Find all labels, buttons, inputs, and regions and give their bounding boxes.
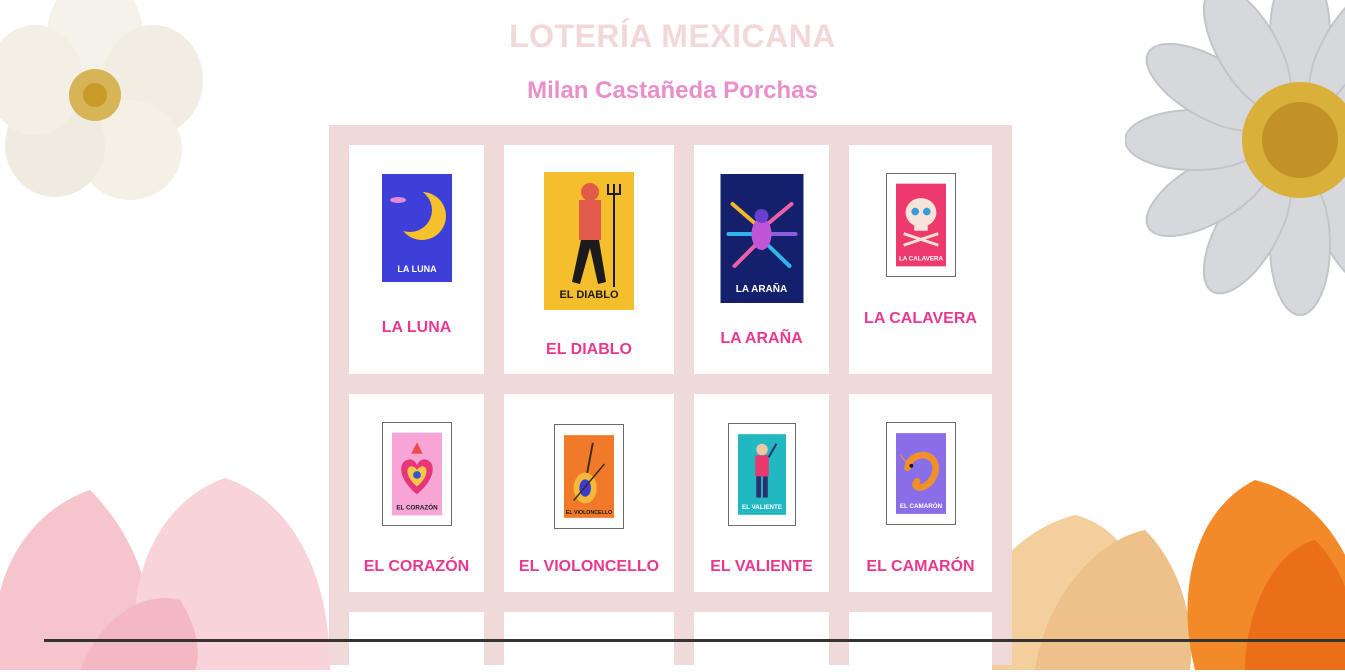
card-label: EL VIOLONCELLO bbox=[518, 558, 660, 575]
card-el-diablo[interactable]: EL DIABLO EL DIABLO bbox=[504, 145, 674, 374]
card-el-violoncello[interactable]: EL VIOLONCELLO EL VIOLONCELLO bbox=[504, 394, 674, 592]
devil-card-caption: EL DIABLO bbox=[559, 289, 619, 301]
card-la-arana[interactable]: LA ARAÑA LA ARAÑA bbox=[694, 145, 829, 374]
card-row3-1[interactable] bbox=[349, 612, 484, 672]
card-la-calavera[interactable]: LA CALAVERA LA CALAVERA bbox=[849, 145, 992, 374]
loteria-board: LA LUNA LA LUNA EL DIABLO EL DIABLO LA A… bbox=[329, 125, 1012, 672]
card-el-camaron[interactable]: EL CAMARÓN EL CAMARÓN bbox=[849, 394, 992, 592]
card-row3-2[interactable] bbox=[504, 612, 674, 672]
heart-card-icon: EL CORAZÓN bbox=[381, 422, 452, 526]
card-el-valiente[interactable]: EL VALIENTE EL VALIENTE bbox=[694, 394, 829, 592]
moon-card-icon: LA LUNA bbox=[381, 174, 452, 282]
card-label: EL DIABLO bbox=[546, 341, 632, 358]
card-label: EL CORAZÓN bbox=[363, 558, 470, 575]
heart-card-caption: EL CORAZÓN bbox=[396, 504, 438, 512]
author-name: Milan Castañeda Porchas bbox=[527, 77, 818, 104]
card-label: LA ARAÑA bbox=[720, 330, 803, 347]
card-row3-3[interactable] bbox=[694, 612, 829, 672]
card-row3-4[interactable] bbox=[849, 612, 992, 672]
card-label: EL VALIENTE bbox=[710, 558, 813, 575]
card-la-luna[interactable]: LA LUNA LA LUNA bbox=[349, 145, 484, 374]
spider-card-icon: LA ARAÑA bbox=[720, 174, 803, 303]
card-label: LA CALAVERA bbox=[864, 310, 977, 327]
card-label: LA LUNA bbox=[381, 319, 452, 336]
brave-man-card-caption: EL VALIENTE bbox=[742, 504, 782, 511]
cello-card-caption: EL VIOLONCELLO bbox=[566, 510, 612, 516]
shrimp-card-caption: EL CAMARÓN bbox=[899, 502, 942, 510]
page-title: LOTERÍA MEXICANA bbox=[509, 18, 836, 54]
devil-card-icon: EL DIABLO bbox=[544, 172, 634, 310]
shrimp-card-icon: EL CAMARÓN bbox=[885, 422, 956, 525]
card-label: EL CAMARÓN bbox=[866, 558, 975, 575]
skull-card-icon: LA CALAVERA bbox=[885, 173, 956, 277]
brave-man-card-icon: EL VALIENTE bbox=[727, 423, 796, 526]
skull-card-caption: LA CALAVERA bbox=[898, 256, 943, 263]
card-el-corazon[interactable]: EL CORAZÓN EL CORAZÓN bbox=[349, 394, 484, 592]
cello-card-icon: EL VIOLONCELLO bbox=[554, 424, 624, 529]
spider-card-caption: LA ARAÑA bbox=[735, 282, 786, 295]
moon-card-caption: LA LUNA bbox=[397, 264, 437, 274]
